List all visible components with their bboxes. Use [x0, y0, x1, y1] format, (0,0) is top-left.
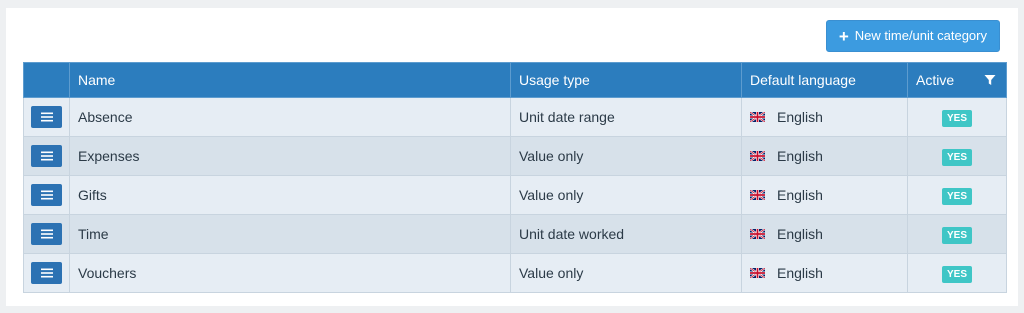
header-menu-column [23, 62, 70, 98]
new-button-label: New time/unit category [854, 28, 987, 43]
row-name: Vouchers [69, 253, 511, 293]
row-name: Time [69, 214, 511, 254]
row-name: Absence [69, 97, 511, 137]
active-status-badge: YES [941, 149, 972, 166]
filter-icon[interactable] [984, 74, 996, 86]
active-status-badge: YES [941, 188, 972, 205]
row-menu-button[interactable] [31, 262, 62, 284]
uk-flag-icon [750, 190, 765, 200]
hamburger-icon [40, 112, 53, 122]
row-usage-type: Value only [510, 253, 742, 293]
header-active[interactable]: Active [916, 72, 954, 88]
header-default-language[interactable]: Default language [741, 62, 908, 98]
row-menu-button[interactable] [31, 145, 62, 167]
header-usage-type[interactable]: Usage type [510, 62, 742, 98]
uk-flag-icon [750, 112, 765, 122]
row-name: Gifts [69, 175, 511, 215]
row-language-cell: English [741, 214, 908, 254]
row-language-cell: English [741, 175, 908, 215]
row-language-cell: English [741, 97, 908, 137]
header-name[interactable]: Name [69, 62, 511, 98]
header-active-cell: Active [907, 62, 1007, 98]
row-usage-type: Value only [510, 136, 742, 176]
uk-flag-icon [750, 151, 765, 161]
uk-flag-icon [750, 268, 765, 278]
hamburger-icon [40, 229, 53, 239]
row-language-cell: English [741, 253, 908, 293]
categories-panel: + New time/unit category Name Usage type… [6, 8, 1018, 306]
row-name: Expenses [69, 136, 511, 176]
row-active-cell: YES [907, 214, 1007, 254]
new-time-unit-category-button[interactable]: + New time/unit category [825, 20, 1000, 52]
row-language: English [777, 187, 823, 203]
row-menu-cell [23, 175, 70, 215]
row-usage-type: Unit date worked [510, 214, 742, 254]
hamburger-icon [40, 268, 53, 278]
hamburger-icon [40, 190, 53, 200]
row-menu-cell [23, 136, 70, 176]
uk-flag-icon [750, 229, 765, 239]
row-usage-type: Value only [510, 175, 742, 215]
plus-icon: + [838, 26, 849, 46]
row-menu-button[interactable] [31, 106, 62, 128]
row-language: English [777, 226, 823, 242]
table-row[interactable]: Absence Unit date range English YES [23, 97, 1007, 137]
table-row[interactable]: Expenses Value only English YES [23, 136, 1007, 176]
row-language: English [777, 265, 823, 281]
row-active-cell: YES [907, 136, 1007, 176]
categories-table: Name Usage type Default language Active [23, 62, 1007, 293]
table-row[interactable]: Time Unit date worked English YES [23, 214, 1007, 254]
row-menu-cell [23, 97, 70, 137]
active-status-badge: YES [941, 266, 972, 283]
hamburger-icon [40, 151, 53, 161]
row-usage-type: Unit date range [510, 97, 742, 137]
table-row[interactable]: Vouchers Value only English YES [23, 253, 1007, 293]
row-language: English [777, 109, 823, 125]
row-menu-cell [23, 214, 70, 254]
row-menu-button[interactable] [31, 184, 62, 206]
row-language-cell: English [741, 136, 908, 176]
row-active-cell: YES [907, 175, 1007, 215]
row-language: English [777, 148, 823, 164]
active-status-badge: YES [941, 227, 972, 244]
row-active-cell: YES [907, 97, 1007, 137]
row-menu-button[interactable] [31, 223, 62, 245]
row-menu-cell [23, 253, 70, 293]
row-active-cell: YES [907, 253, 1007, 293]
active-status-badge: YES [941, 110, 972, 127]
table-header-row: Name Usage type Default language Active [23, 62, 1007, 98]
table-row[interactable]: Gifts Value only English YES [23, 175, 1007, 215]
